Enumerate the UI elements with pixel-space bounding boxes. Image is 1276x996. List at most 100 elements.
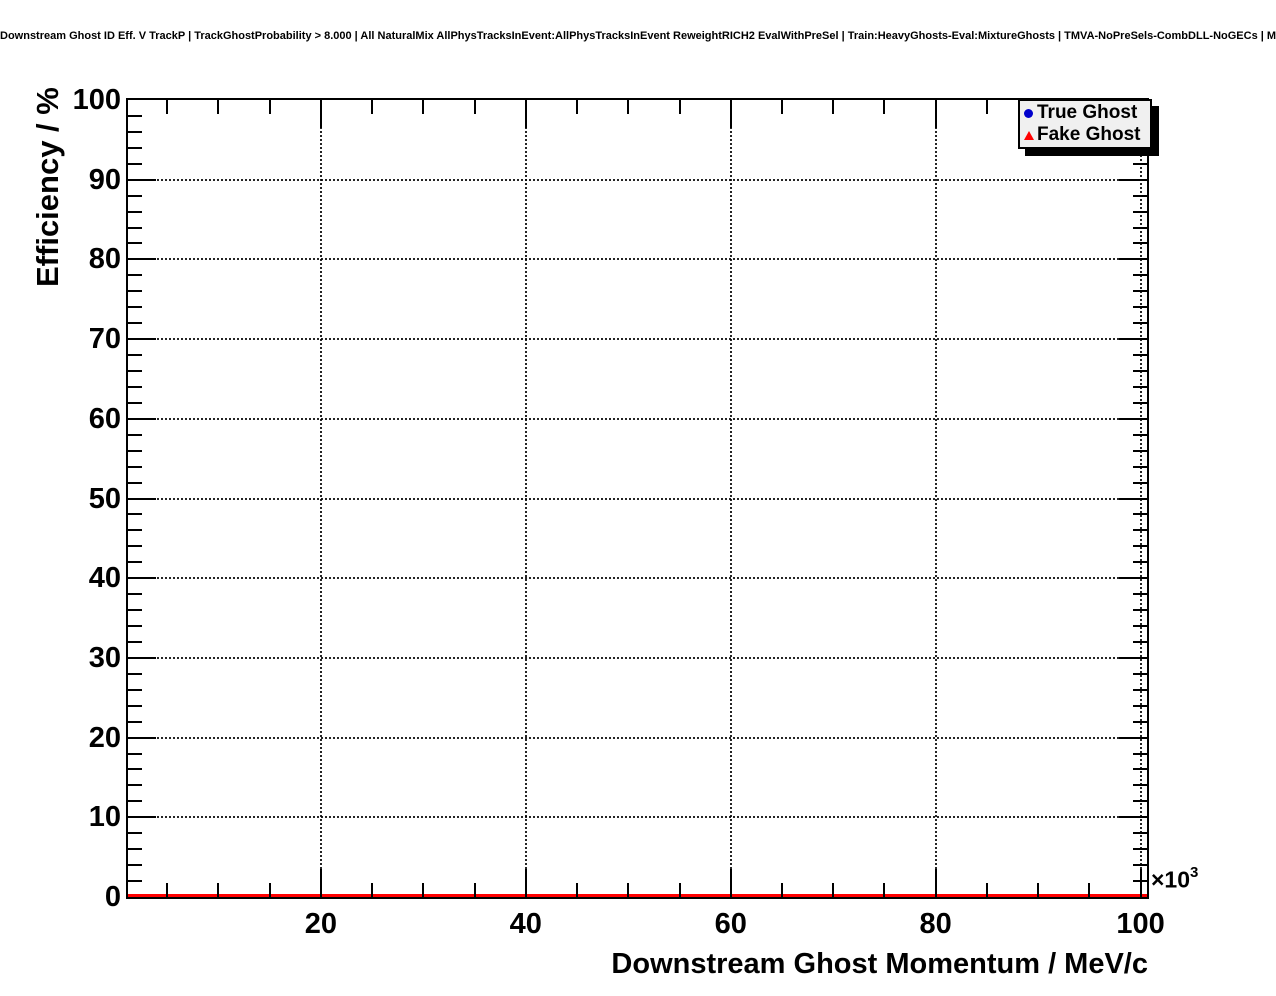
y-tick-label: 20 [88,721,121,754]
y-minor-tick [128,688,142,691]
fake-ghost-data-line [128,894,1147,897]
x-major-tick [934,869,937,897]
y-minor-tick [128,194,142,197]
y-tick-label: 60 [88,402,121,435]
y-gridline [128,736,1147,739]
y-minor-tick [128,162,142,165]
y-minor-tick [1133,274,1147,277]
x-tick-label: 20 [304,908,338,940]
y-gridline [128,258,1147,261]
y-major-tick [128,736,156,739]
x-minor-tick [166,883,169,897]
y-minor-tick [128,704,142,707]
plot-title: Downstream Ghost ID Eff. V TrackP | Trac… [0,30,1276,42]
y-major-tick [1119,178,1147,181]
y-minor-tick [1133,449,1147,452]
y-axis-title: Efficiency / % [30,87,65,287]
y-major-tick [1119,736,1147,739]
x-minor-tick [371,883,374,897]
y-gridline [128,577,1147,580]
y-major-tick [1119,497,1147,500]
x-axis-exponent-label: ×103 [1151,864,1198,894]
y-minor-tick [128,465,142,468]
y-minor-tick [128,561,142,564]
plot-area [128,100,1147,897]
y-major-tick [128,577,156,580]
y-minor-tick [1133,880,1147,883]
y-minor-tick [1133,385,1147,388]
y-minor-tick [128,513,142,516]
x-minor-tick [832,100,835,114]
y-minor-tick [1133,561,1147,564]
legend-entry-fake-ghost: Fake Ghost [1020,124,1150,146]
y-minor-tick [128,385,142,388]
y-minor-tick [128,848,142,851]
y-minor-tick [128,625,142,628]
y-minor-tick [128,354,142,357]
y-tick-label: 70 [88,323,121,356]
y-minor-tick [1133,848,1147,851]
y-minor-tick [128,146,142,149]
y-minor-tick [128,369,142,372]
y-minor-tick [128,210,142,213]
y-minor-tick [1133,864,1147,867]
circle-icon [1020,108,1037,118]
x-minor-tick [780,883,783,897]
x-minor-tick [422,100,425,114]
y-minor-tick [1133,625,1147,628]
x-gridline [319,100,322,897]
x-minor-tick [473,883,476,897]
y-minor-tick [128,433,142,436]
y-minor-tick [128,274,142,277]
y-gridline [128,497,1147,500]
x-major-tick [524,869,527,897]
y-gridline [128,417,1147,420]
x-tick-label: 100 [1116,908,1165,940]
x-minor-tick [985,883,988,897]
y-minor-tick [128,672,142,675]
y-major-tick [128,258,156,261]
y-minor-tick [128,401,142,404]
y-minor-tick [128,800,142,803]
y-minor-tick [128,768,142,771]
x-minor-tick [371,100,374,114]
y-minor-tick [128,481,142,484]
y-minor-tick [128,545,142,548]
y-gridline [128,656,1147,659]
y-minor-tick [128,593,142,596]
x-major-tick [319,869,322,897]
x-major-tick [934,100,937,128]
y-minor-tick [1133,688,1147,691]
y-major-tick [1119,258,1147,261]
x-minor-tick [780,100,783,114]
y-minor-tick [1133,752,1147,755]
x-gridline [934,100,937,897]
x-minor-tick [576,883,579,897]
y-minor-tick [1133,704,1147,707]
x-major-tick [319,100,322,128]
y-major-tick [128,178,156,181]
x-minor-tick [268,100,271,114]
y-minor-tick [1133,290,1147,293]
x-minor-tick [1088,883,1091,897]
x-tick-label: 80 [919,908,952,940]
y-minor-tick [128,784,142,787]
y-minor-tick [128,242,142,245]
exponent-base: ×10 [1151,866,1191,893]
x-minor-tick [217,883,220,897]
y-minor-tick [1133,800,1147,803]
y-minor-tick [128,130,142,133]
y-minor-tick [1133,354,1147,357]
x-minor-tick [166,100,169,114]
y-minor-tick [128,529,142,532]
y-minor-tick [1133,401,1147,404]
y-major-tick [128,816,156,819]
y-minor-tick [1133,242,1147,245]
y-tick-label: 10 [88,801,121,834]
y-gridline [128,338,1147,341]
y-minor-tick [128,880,142,883]
y-major-tick [1119,656,1147,659]
y-minor-tick [1133,768,1147,771]
y-minor-tick [1133,593,1147,596]
x-major-tick [729,869,732,897]
